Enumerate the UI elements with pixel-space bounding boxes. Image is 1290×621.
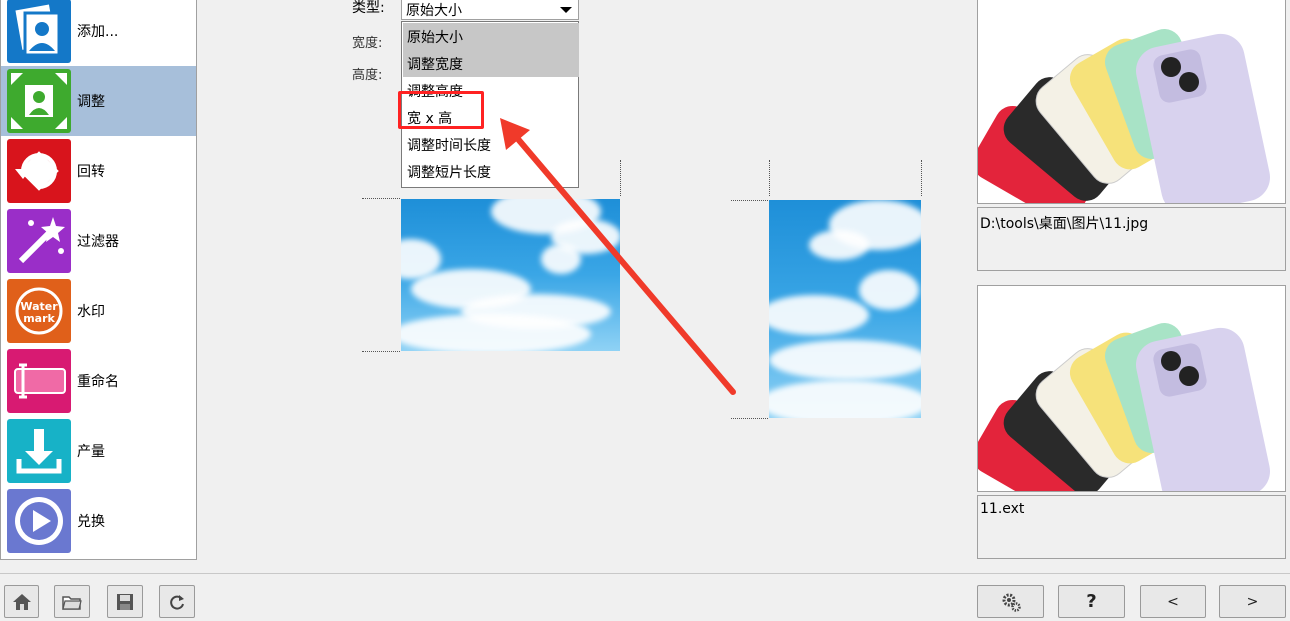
dropdown-option[interactable]: 原始大小 [403, 23, 579, 50]
source-path-field: D:\tools\桌面\图片\11.jpg [977, 207, 1286, 271]
output-name-text: 11.ext [980, 501, 1025, 517]
sidebar-item-add[interactable]: 添加... [1, 0, 196, 66]
phone-image [978, 323, 1271, 491]
sidebar-item-resize[interactable]: 调整 [1, 66, 196, 136]
home-button[interactable] [4, 585, 39, 618]
sidebar-item-label: 回转 [77, 164, 105, 180]
output-name-field: 11.ext [977, 495, 1286, 559]
previous-button[interactable]: < [1140, 585, 1206, 618]
gears-icon [1002, 593, 1021, 612]
source-path-text: D:\tools\桌面\图片\11.jpg [980, 216, 1149, 232]
rotate-icon [7, 139, 71, 203]
resize-type-select[interactable]: 原始大小 [401, 0, 579, 20]
guide-line [921, 160, 922, 196]
settings-button[interactable] [977, 585, 1044, 618]
resize-icon [7, 69, 71, 133]
resize-type-value: 原始大小 [406, 3, 462, 19]
highlight-box [398, 91, 484, 129]
action-sidebar: 添加... 调整 回转 过滤器 Water mark 水印 重命名 产量 兑换 [0, 0, 197, 560]
sidebar-item-label: 产量 [77, 444, 105, 460]
sidebar-item-label: 水印 [77, 304, 105, 320]
help-button[interactable]: ? [1058, 585, 1125, 618]
source-preview [977, 0, 1286, 204]
folder-icon [62, 595, 82, 610]
download-output-icon [7, 419, 71, 483]
output-preview [977, 285, 1286, 492]
rename-icon [7, 349, 71, 413]
sidebar-item-convert[interactable]: 兑换 [1, 486, 196, 556]
sidebar-item-label: 添加... [77, 24, 119, 40]
guide-line [731, 418, 768, 419]
sidebar-item-watermark[interactable]: Water mark 水印 [1, 276, 196, 346]
sidebar-item-rename[interactable]: 重命名 [1, 346, 196, 416]
red-arrow-annotation [500, 118, 736, 395]
magic-wand-icon [7, 209, 71, 273]
guide-line [362, 198, 400, 199]
height-label: 高度: [352, 68, 383, 83]
svg-text:mark: mark [23, 312, 55, 325]
sidebar-item-rotate[interactable]: 回转 [1, 136, 196, 206]
convert-play-icon [7, 489, 71, 553]
sidebar-item-label: 调整 [77, 94, 105, 110]
refresh-button[interactable] [159, 585, 195, 618]
chevron-down-icon[interactable] [560, 7, 572, 13]
resized-sky-image [769, 200, 921, 418]
open-folder-button[interactable] [54, 585, 90, 618]
sidebar-item-label: 过滤器 [77, 234, 119, 250]
save-button[interactable] [107, 585, 143, 618]
sidebar-item-filter[interactable]: 过滤器 [1, 206, 196, 276]
sidebar-item-label: 重命名 [77, 374, 119, 390]
guide-line [769, 160, 770, 196]
guide-line [362, 351, 400, 352]
dropdown-option[interactable]: 调整宽度 [403, 50, 579, 77]
phone-image [978, 29, 1271, 203]
type-label: 类型: [352, 0, 385, 16]
next-button[interactable]: > [1219, 585, 1286, 618]
floppy-disk-icon [117, 593, 133, 610]
watermark-icon: Water mark [7, 279, 71, 343]
sidebar-item-output[interactable]: 产量 [1, 416, 196, 486]
width-label: 宽度: [352, 36, 383, 51]
sidebar-item-label: 兑换 [77, 514, 105, 530]
add-photos-icon [7, 0, 71, 63]
home-icon [12, 593, 31, 610]
bottom-separator [0, 573, 1290, 574]
refresh-icon [170, 594, 184, 610]
